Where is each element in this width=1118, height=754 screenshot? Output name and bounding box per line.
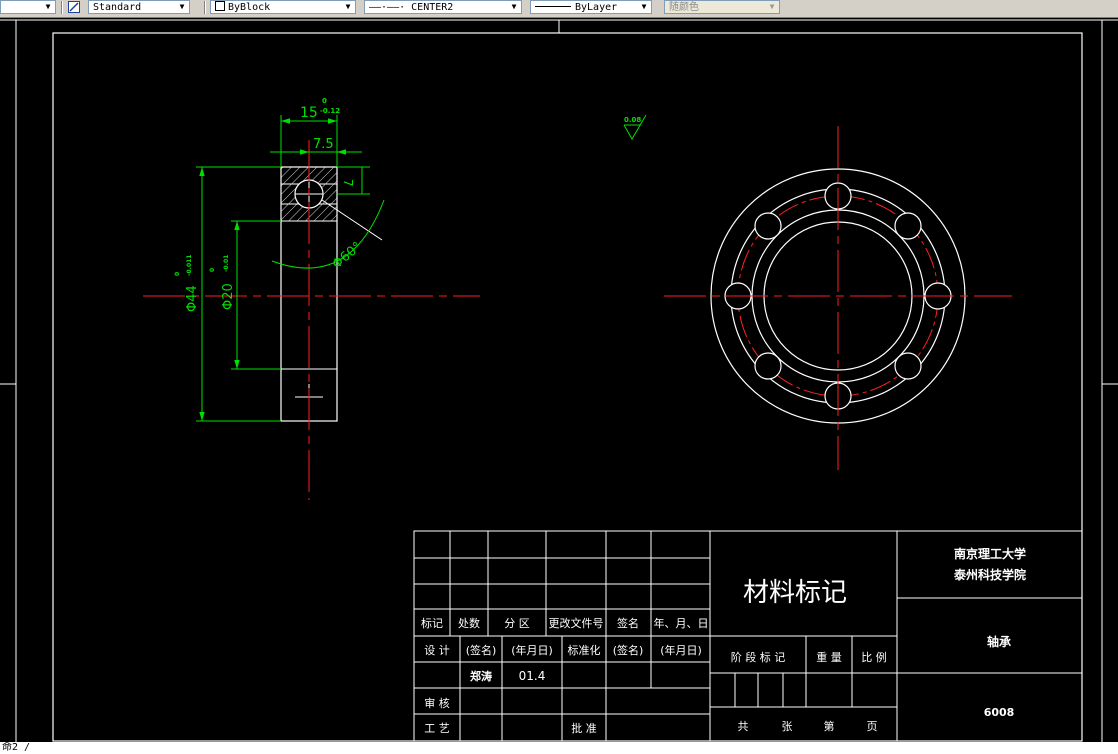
dim-20-text: Φ20 bbox=[221, 283, 236, 310]
standard-label: 标准化 bbox=[568, 643, 601, 657]
text-style-select[interactable]: Standard ▼ bbox=[88, 0, 190, 14]
part-code: 6008 bbox=[984, 706, 1015, 719]
chevron-down-icon[interactable]: ▼ bbox=[42, 1, 54, 13]
dim-15-tol-upper: 0 bbox=[322, 97, 327, 105]
total-label: 共 bbox=[738, 720, 749, 733]
drawing-frame bbox=[52, 32, 1083, 742]
dim-7-text: 7 bbox=[341, 179, 355, 187]
text-style-value: Standard bbox=[93, 2, 142, 13]
chevron-down-icon[interactable]: ▼ bbox=[766, 1, 778, 13]
designer-name: 郑涛 bbox=[470, 669, 492, 683]
roughness-value: 0.08 bbox=[624, 116, 641, 124]
chevron-down-icon[interactable]: ▼ bbox=[508, 1, 520, 13]
dim-44-text: Φ44 bbox=[185, 285, 200, 312]
chevron-down-icon[interactable]: ▼ bbox=[638, 1, 650, 13]
angle-60-text: Φ60° bbox=[330, 239, 365, 272]
lineweight-preview-icon bbox=[535, 6, 571, 7]
color-swatch-icon bbox=[215, 1, 225, 11]
sign-paren: (签名) bbox=[466, 643, 497, 657]
toolbar-separator bbox=[61, 1, 63, 14]
school-name-2: 泰州科技学院 bbox=[953, 567, 1026, 582]
dim-44-tol-upper: 0 bbox=[174, 272, 181, 276]
school-name-1: 南京理工大学 bbox=[954, 546, 1026, 561]
command-line[interactable]: 命2 / bbox=[0, 742, 1118, 754]
ball bbox=[894, 212, 922, 240]
ball bbox=[894, 352, 922, 380]
front-view[interactable] bbox=[664, 126, 1012, 470]
properties-toolbar: ▼ Standard ▼ ByBlock ▼ ——·——· CENTER2 ▼ … bbox=[0, 0, 1118, 18]
dim-75-text: 7.5 bbox=[313, 137, 334, 152]
prev-combo[interactable]: ▼ bbox=[0, 0, 56, 14]
dim-20-tol-lower: -0.01 bbox=[223, 255, 230, 272]
chevron-down-icon[interactable]: ▼ bbox=[342, 1, 354, 13]
header-zone: 分 区 bbox=[504, 617, 530, 630]
review-label: 审 核 bbox=[424, 696, 450, 710]
plot-style-select[interactable]: 随颜色 ▼ bbox=[664, 0, 780, 14]
chevron-down-icon[interactable]: ▼ bbox=[176, 1, 188, 13]
linetype-preview: ——·——· bbox=[369, 2, 406, 13]
linetype-select[interactable]: ——·——· CENTER2 ▼ bbox=[364, 0, 522, 14]
approve-label: 批 准 bbox=[571, 721, 597, 735]
text-style-icon[interactable] bbox=[68, 1, 80, 13]
plot-style-value: 随颜色 bbox=[669, 2, 699, 13]
scale-label: 比 例 bbox=[861, 650, 887, 664]
sheets-label: 张 bbox=[782, 720, 793, 733]
header-count: 处数 bbox=[458, 617, 480, 630]
process-label: 工 艺 bbox=[424, 722, 450, 735]
section-view[interactable]: 15 0 -0.12 7.5 7 Φ60° Φ44 0 -0.011 Φ20 0… bbox=[143, 97, 647, 500]
dim-15-text: 15 bbox=[300, 105, 318, 121]
part-name: 轴承 bbox=[987, 634, 1011, 649]
ball bbox=[754, 352, 782, 380]
date-paren-2: (年月日) bbox=[660, 643, 702, 657]
color-select[interactable]: ByBlock ▼ bbox=[210, 0, 356, 14]
lineweight-value: ByLayer bbox=[575, 2, 618, 13]
weight-label: 重 量 bbox=[816, 650, 842, 664]
date-paren: (年月日) bbox=[511, 643, 553, 657]
header-mark: 标记 bbox=[421, 616, 443, 630]
page-label: 页 bbox=[867, 720, 878, 733]
header-sign: 签名 bbox=[617, 616, 639, 630]
toolbar-separator bbox=[204, 1, 206, 14]
header-docno: 更改文件号 bbox=[549, 616, 604, 630]
sheet-no-label: 第 bbox=[824, 719, 835, 733]
dim-20-tol-upper: 0 bbox=[209, 268, 216, 272]
design-label: 设 计 bbox=[424, 644, 450, 657]
color-value: ByBlock bbox=[228, 2, 271, 13]
lineweight-select[interactable]: ByLayer ▼ bbox=[530, 0, 652, 14]
dim-15-tol-lower: -0.12 bbox=[320, 107, 340, 115]
ball bbox=[754, 212, 782, 240]
stage-mark-label: 阶 段 标 记 bbox=[731, 650, 786, 664]
dim-44-tol-lower: -0.011 bbox=[186, 255, 193, 276]
material-mark: 材料标记 bbox=[743, 578, 847, 608]
drawing-canvas[interactable]: 15 0 -0.12 7.5 7 Φ60° Φ44 0 -0.011 Φ20 0… bbox=[0, 18, 1118, 742]
sign-paren-2: (签名) bbox=[613, 643, 644, 657]
command-text: 命2 / bbox=[2, 742, 31, 753]
title-block[interactable] bbox=[413, 530, 1083, 742]
linetype-value: CENTER2 bbox=[411, 2, 454, 13]
design-date: 01.4 bbox=[519, 669, 546, 683]
header-date: 年、月、日 bbox=[654, 616, 709, 630]
